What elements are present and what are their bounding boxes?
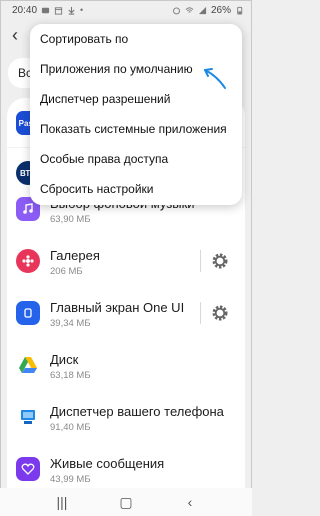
status-bar: 20:40 • 26% — [0, 0, 252, 20]
back-arrow-icon[interactable]: ‹ — [12, 25, 28, 46]
message-icon — [41, 7, 50, 13]
battery-percent: 26% — [210, 4, 231, 16]
app-name: Диспетчер вашего телефона — [50, 404, 224, 419]
app-name: Галерея — [50, 248, 100, 263]
menu-item-reset-settings[interactable]: Сбросить настройки — [30, 174, 242, 204]
signal-icon — [198, 6, 207, 14]
live-message-icon — [16, 457, 40, 481]
list-item[interactable]: Живые сообщения 43,99 МБ — [7, 444, 245, 494]
list-item[interactable]: Диспетчер вашего телефона 91,40 МБ — [7, 392, 245, 442]
app-name: Живые сообщения — [50, 456, 165, 471]
menu-item-show-system-apps[interactable]: Показать системные приложения — [30, 114, 242, 144]
app-name: Главный экран One UI — [50, 300, 185, 315]
app-size: 91,40 МБ — [50, 422, 91, 433]
google-drive-icon — [16, 353, 40, 377]
status-time: 20:40 — [12, 4, 38, 16]
app-name: Диск — [50, 352, 79, 367]
menu-item-special-access[interactable]: Особые права доступа — [30, 144, 242, 174]
gear-icon[interactable] — [210, 251, 230, 271]
divider — [200, 302, 201, 324]
back-icon[interactable]: ‹ — [175, 494, 205, 510]
app-size: 43,99 МБ — [50, 474, 91, 485]
annotation-arrow-icon — [204, 68, 226, 89]
more-notifications-dot: • — [80, 5, 84, 15]
gallery-icon — [16, 249, 40, 273]
wifi-icon — [185, 6, 194, 13]
recent-apps-icon[interactable]: ||| — [47, 494, 77, 510]
list-item[interactable]: Диск 63,18 МБ — [7, 340, 245, 390]
list-item[interactable]: Галерея 206 МБ — [7, 236, 245, 286]
phone-manager-icon — [16, 405, 40, 429]
gear-icon[interactable] — [210, 303, 230, 323]
overflow-menu: Сортировать по Приложения по умолчанию Д… — [30, 24, 242, 205]
oneui-home-icon — [16, 301, 40, 325]
menu-item-sort-by[interactable]: Сортировать по — [30, 24, 242, 54]
app-size: 63,18 МБ — [50, 370, 91, 381]
list-item[interactable]: Главный экран One UI 39,34 МБ — [7, 288, 245, 338]
download-icon — [68, 6, 75, 15]
divider — [200, 250, 201, 272]
app-size: 63,90 МБ — [50, 214, 91, 225]
navigation-bar: ||| ▢ ‹ — [0, 488, 252, 516]
app-size: 39,34 МБ — [50, 318, 91, 329]
home-icon[interactable]: ▢ — [111, 494, 141, 511]
battery-icon — [237, 6, 243, 15]
calendar-icon — [54, 6, 63, 15]
alarm-icon — [173, 7, 180, 14]
app-size: 206 МБ — [50, 266, 83, 277]
